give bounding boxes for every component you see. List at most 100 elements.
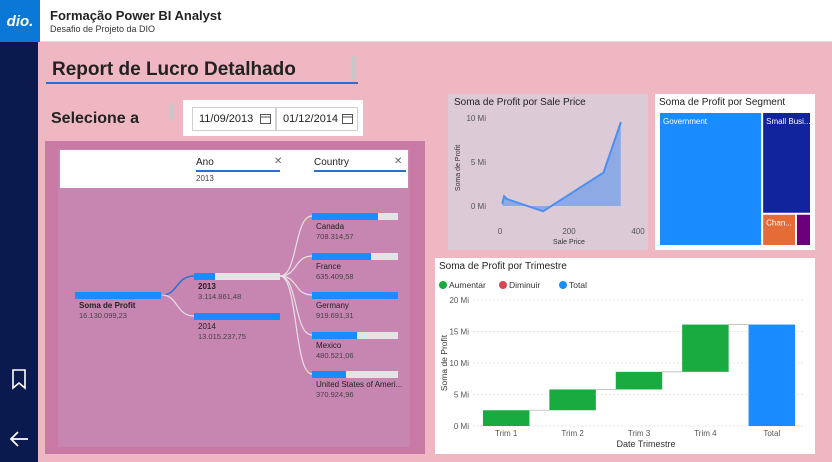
data-point [542, 210, 544, 213]
treemap-label: Chan... [766, 219, 792, 228]
data-point [602, 171, 605, 174]
calendar-icon[interactable] [342, 113, 353, 124]
data-point [506, 198, 508, 200]
y-tick-label: 20 Mi [449, 296, 469, 305]
app-title: Formação Power BI Analyst [50, 8, 222, 23]
country-node-name: France [316, 261, 341, 271]
root-node-name: Soma de Profit [79, 301, 136, 310]
country-node-value: 370.924,96 [316, 390, 354, 399]
root-node-value: 16.130.099,23 [79, 311, 127, 320]
trimestre-waterfall-chart[interactable]: Soma de Profit por Trimestre Aumentar Dim… [435, 258, 815, 454]
x-tick-label: 200 [562, 227, 576, 236]
year-node-value: 3.114.861,48 [198, 292, 242, 301]
country-node-bar-fill [312, 331, 357, 339]
year-node-bar[interactable] [194, 273, 280, 280]
waterfall-bar [549, 389, 596, 411]
treemap-label: Small Busi... [766, 117, 810, 126]
country-node-value: 480.521,06 [316, 350, 354, 360]
waterfall-bar [482, 410, 530, 426]
legend-label: Total [569, 280, 587, 290]
legend-marker [439, 281, 447, 289]
sale-price-plot: 0 Mi 5 Mi 10 Mi 0 200 400 Sale Price Soma de Pr… [455, 114, 645, 246]
slicer-handle [170, 104, 174, 120]
year-node-bar-fill [194, 313, 280, 320]
x-tick-label: Trim 3 [628, 429, 651, 438]
segment-treemap[interactable]: Soma de Profit por Segment Government Sma… [655, 94, 815, 250]
x-tick-label: 0 [498, 227, 503, 236]
year-node-bar-fill [194, 273, 215, 280]
y-tick-label: 0 Mi [471, 202, 486, 211]
back-arrow-icon[interactable] [8, 428, 30, 450]
y-axis-label: Soma de Profit [455, 145, 462, 191]
country-node-name: Canada [316, 222, 345, 231]
trimestre-waterfall-plot: Aumentar Diminuir Total 0 Mi 5 Mi 10 Mi 15 Mi 2… [439, 280, 805, 449]
start-date-value: 11/09/2013 [199, 113, 254, 125]
decomposition-tree-body: Ano ✕ 2013 Country ✕ Soma de Profit 16.1… [58, 149, 410, 447]
data-point [501, 202, 504, 205]
treemap-label: Government [663, 117, 708, 126]
data-point [619, 121, 622, 124]
x-tick-label: Trim 1 [495, 429, 518, 438]
country-node-value: 635.409,58 [316, 271, 354, 281]
legend-marker [499, 281, 507, 289]
y-axis-label: Soma de Profit [439, 334, 449, 391]
select-label: Selecione a [51, 110, 140, 127]
decomposition-tree-visual: Ano ✕ 2013 Country ✕ Soma de Profit 16.1… [45, 141, 425, 454]
treemap-tile [796, 214, 810, 245]
app-subtitle: Desafio de Projeto da DIO [50, 24, 156, 34]
country-node-bar-fill [312, 292, 398, 299]
country-node-bar-fill [312, 252, 372, 260]
x-tick-label: 400 [631, 227, 645, 236]
x-axis-label: Date Trimestre [616, 439, 675, 449]
treemap-tile [763, 113, 810, 213]
country-node-bar[interactable] [312, 371, 398, 378]
legend-label: Aumentar [449, 280, 486, 290]
sale-price-chart[interactable]: Soma de Profit por Sale Price 0 Mi 5 Mi 10… [448, 94, 648, 250]
x-tick-label: Trim 4 [694, 429, 717, 438]
y-tick-label: 5 Mi [454, 391, 469, 400]
date-slicer: 11/09/2013 01/12/2014 [183, 100, 363, 136]
x-axis-label: Sale Price [553, 239, 585, 246]
area-fill [502, 122, 621, 212]
title-resize-handle [352, 56, 356, 80]
country-node-name: Germany [316, 301, 349, 310]
bookmark-icon[interactable] [8, 368, 30, 390]
calendar-icon[interactable] [260, 113, 271, 124]
y-tick-label: 5 Mi [471, 158, 486, 167]
y-tick-label: 10 Mi [466, 114, 486, 123]
country-node-bar-fill [312, 213, 379, 220]
year-node-bar[interactable] [194, 313, 280, 320]
left-rail [0, 42, 38, 462]
root-node-bar-fill [75, 292, 161, 299]
country-node-bar[interactable] [312, 292, 398, 299]
year-node-name: 2014 [198, 322, 216, 331]
country-node-bar[interactable] [312, 213, 398, 220]
x-tick-label: Total [763, 429, 780, 438]
report-title: Report de Lucro Detalhado [52, 59, 296, 80]
waterfall-bar [682, 324, 729, 372]
country-node-value: 708.314,57 [316, 232, 354, 241]
country-node-bar[interactable] [312, 252, 398, 260]
country-node-bar-fill [312, 371, 347, 378]
legend-label: Diminuir [509, 280, 540, 290]
treemap-tile [660, 113, 762, 245]
data-point [504, 196, 506, 198]
dio-logo: dio. [0, 0, 40, 42]
report-title-box: Report de Lucro Detalhado [46, 56, 358, 84]
data-point [502, 198, 505, 200]
start-date-input[interactable]: 11/09/2013 [192, 107, 276, 131]
x-tick-label: Trim 2 [561, 429, 584, 438]
waterfall-bar [615, 371, 663, 390]
y-tick-label: 10 Mi [449, 359, 469, 368]
segment-treemap-plot: Government Small Busi... Chan... [660, 113, 811, 245]
waterfall-bar [748, 324, 796, 426]
app-header: dio. Formação Power BI Analyst Desafio d… [0, 0, 832, 42]
y-tick-label: 15 Mi [449, 328, 469, 337]
year-node-name: 2013 [198, 282, 216, 291]
legend-marker [559, 281, 567, 289]
year-node-value: 13.015.237,75 [198, 332, 246, 341]
country-node-value: 919.691,31 [316, 311, 354, 320]
country-node-bar[interactable] [312, 331, 398, 339]
root-node-bar[interactable] [75, 292, 161, 299]
end-date-input[interactable]: 01/12/2014 [276, 107, 358, 131]
